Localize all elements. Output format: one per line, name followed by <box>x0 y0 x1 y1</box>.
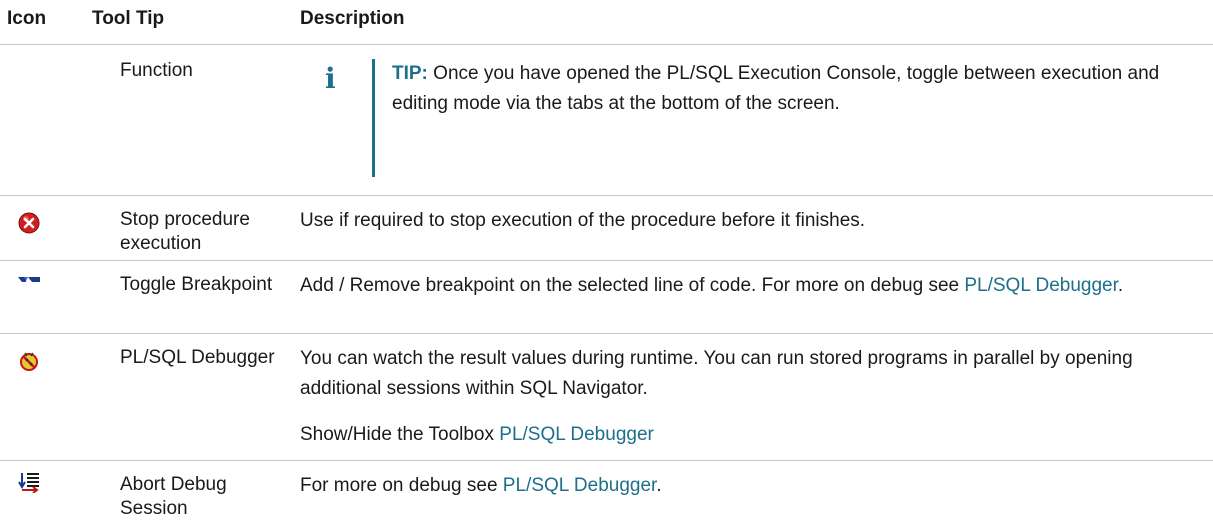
tooltip-text: PL/SQL Debugger <box>120 347 275 368</box>
header-tooltip: Tool Tip <box>92 8 165 29</box>
tooltip-text: Abort Debug Session <box>120 473 290 521</box>
pl-sql-debugger-link[interactable]: PL/SQL Debugger <box>964 275 1118 296</box>
tip-body: Once you have opened the PL/SQL Executio… <box>392 63 1160 114</box>
header-description: Description <box>300 8 405 29</box>
description-text: You can watch the result values during r… <box>300 344 1200 450</box>
table-row: Stop procedure execution Use if required… <box>0 196 1213 261</box>
table-row: Function i TIP: Once you have opened the… <box>0 45 1213 196</box>
header-icon: Icon <box>7 8 47 29</box>
description-suffix: . <box>656 475 662 496</box>
pl-sql-debugger-link[interactable]: PL/SQL Debugger <box>503 475 657 496</box>
tooltip-line: execution <box>120 233 202 254</box>
toolbar-reference-table: Icon Tool Tip Description Function i TIP… <box>0 0 1213 531</box>
table-row: Toggle Breakpoint Add / Remove breakpoin… <box>0 261 1213 334</box>
tip-label: TIP: <box>392 63 428 84</box>
tooltip-text: Function <box>120 60 193 81</box>
info-icon: i <box>325 62 336 95</box>
debugger-icon <box>18 350 40 372</box>
pl-sql-debugger-link[interactable]: PL/SQL Debugger <box>499 424 654 445</box>
tooltip-line: Abort Debug <box>120 474 227 495</box>
description-text: Use if required to stop execution of the… <box>300 210 866 231</box>
table-header: Icon Tool Tip Description <box>0 0 1213 45</box>
tooltip-line: Stop procedure <box>120 209 250 230</box>
description-body: For more on debug see <box>300 475 498 496</box>
description-suffix: . <box>1117 275 1124 296</box>
tooltip-text: Toggle Breakpoint <box>120 274 273 295</box>
stop-icon <box>18 212 40 234</box>
table-row: Abort Debug Session For more on debug se… <box>0 461 1213 531</box>
description-text: For more on debug see PL/SQL Debugger. <box>300 471 1200 501</box>
description-text: Add / Remove breakpoint on the selected … <box>300 271 1200 301</box>
breakpoint-icon <box>18 275 40 297</box>
tooltip-text: Stop procedure execution <box>120 208 290 256</box>
description-para: Show/Hide the Toolbox PL/SQL Debugger <box>300 420 1200 450</box>
table-row: PL/SQL Debugger You can watch the result… <box>0 334 1213 461</box>
abort-debug-icon <box>18 471 40 494</box>
description-body: Show/Hide the Toolbox <box>300 424 494 445</box>
description-body: You can watch the result values during r… <box>300 348 1133 399</box>
tip-divider <box>372 59 375 177</box>
tooltip-line: Session <box>120 498 188 519</box>
tip-note: TIP: Once you have opened the PL/SQL Exe… <box>392 59 1172 119</box>
description-body: Add / Remove breakpoint on the selected … <box>300 275 960 296</box>
